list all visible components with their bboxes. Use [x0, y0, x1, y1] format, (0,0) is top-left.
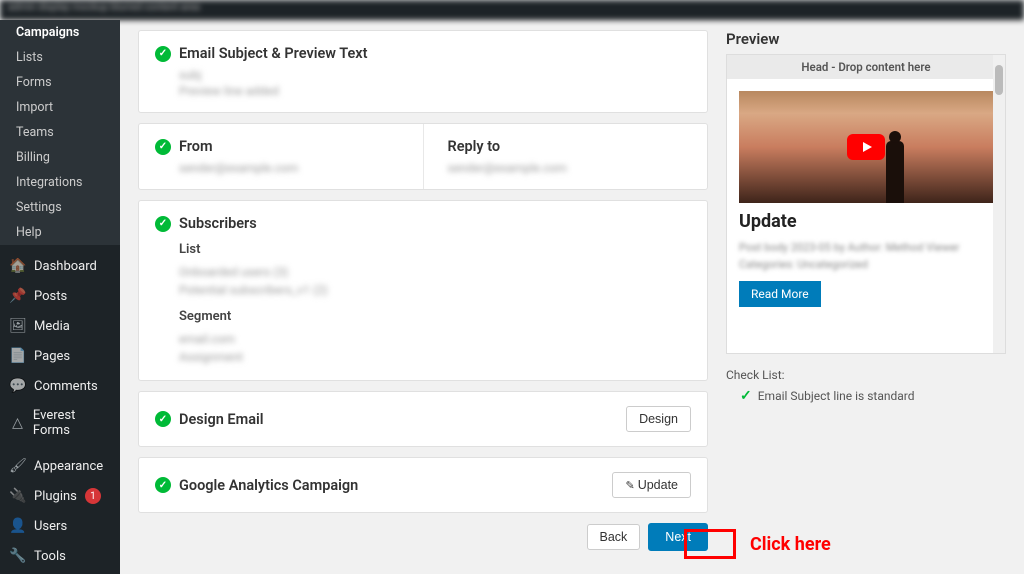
reply-title: Reply to [448, 138, 501, 155]
sidebar-item-posts-icon: 📌 [10, 288, 26, 304]
design-title: Design Email [179, 411, 264, 428]
card-email-subject: ✓ Email Subject & Preview Text subj Previ… [138, 30, 708, 113]
sidebar-label: Pages [34, 349, 70, 364]
sidebar-item-dashboard-icon: 🏠 [10, 258, 26, 274]
preview-video-thumbnail[interactable] [739, 91, 993, 203]
sidebar-item-media-icon: 🖼 [10, 318, 26, 334]
sidebar-label: Tools [34, 549, 66, 564]
sidebar-item-campaigns[interactable]: Campaigns [0, 20, 120, 45]
check-list: Check List: ✓ Email Subject line is stan… [726, 368, 1006, 404]
sidebar-item-settings[interactable]: Settings [0, 195, 120, 220]
preview-text-value: Preview line added [179, 84, 691, 98]
card-subscribers: ✓ Subscribers List Onboarded users (3) Po… [138, 200, 708, 381]
sidebar-item-billing[interactable]: Billing [0, 145, 120, 170]
pencil-icon: ✎ [625, 480, 634, 492]
segment-items: email.com Assignment [179, 330, 691, 366]
sidebar-label: Everest Forms [33, 408, 110, 438]
card-title: Email Subject & Preview Text [179, 45, 368, 62]
sidebar-item-comments[interactable]: 💬 Comments [0, 371, 120, 401]
sidebar-item-media[interactable]: 🖼 Media [0, 311, 120, 341]
check-icon: ✓ [155, 411, 171, 427]
read-more-button[interactable]: Read More [739, 281, 821, 307]
action-row: Back Next [138, 523, 708, 551]
check-list-label: Check List: [726, 368, 785, 382]
admin-sidebar: CampaignsListsFormsImportTeamsBillingInt… [0, 20, 120, 574]
reply-value: sender@example.com [448, 161, 692, 175]
sidebar-item-users-icon: 👤 [10, 518, 26, 534]
from-value: sender@example.com [179, 161, 407, 175]
design-button[interactable]: Design [626, 406, 691, 432]
sidebar-label: Posts [34, 289, 67, 304]
next-button[interactable]: Next [648, 523, 708, 551]
check-icon: ✓ [740, 388, 752, 404]
list-items: Onboarded users (3) Potential subscriber… [179, 263, 691, 299]
silhouette-graphic [886, 141, 904, 203]
card-from-reply: ✓ From sender@example.com Reply to sender… [138, 123, 708, 190]
subject-value: subj [179, 68, 691, 82]
sidebar-item-tools[interactable]: 🔧 Tools [0, 541, 120, 571]
preview-box: Head - Drop content here Update Post bod… [726, 54, 1006, 354]
sidebar-item-plugins-icon: 🔌 [10, 488, 26, 504]
list-label: List [179, 242, 691, 257]
sidebar-label: Plugins [34, 489, 77, 504]
back-button[interactable]: Back [587, 524, 641, 550]
preview-title: Preview [726, 30, 1006, 48]
sidebar-item-posts[interactable]: 📌 Posts [0, 281, 120, 311]
preview-heading: Update [739, 211, 993, 232]
sidebar-item-appearance[interactable]: 🖌 Appearance [0, 451, 120, 481]
sidebar-item-tools-icon: 🔧 [10, 548, 26, 564]
sidebar-item-teams[interactable]: Teams [0, 120, 120, 145]
sidebar-item-lists[interactable]: Lists [0, 45, 120, 70]
sidebar-mainmenu: 🏠 Dashboard 📌 Posts 🖼 Media 📄 Pages 💬 Comments △ Ev… [0, 251, 120, 574]
sidebar-item-integrations[interactable]: Integrations [0, 170, 120, 195]
subscribers-title: Subscribers [179, 215, 257, 232]
check-icon: ✓ [155, 46, 171, 62]
sidebar-item-users[interactable]: 👤 Users [0, 511, 120, 541]
sidebar-label: Appearance [34, 459, 103, 474]
sidebar-item-pages[interactable]: 📄 Pages [0, 341, 120, 371]
sidebar-item-plugins[interactable]: 🔌 Plugins 1 [0, 481, 120, 511]
from-title: From [179, 138, 213, 155]
sidebar-item-comments-icon: 💬 [10, 378, 26, 394]
sidebar-item-everest-icon: △ [10, 415, 25, 431]
play-icon [847, 134, 885, 160]
ga-title: Google Analytics Campaign [179, 477, 358, 494]
check-list-item-text: Email Subject line is standard [758, 389, 915, 403]
card-google-analytics: ✓ Google Analytics Campaign ✎Update [138, 457, 708, 513]
sidebar-item-dashboard[interactable]: 🏠 Dashboard [0, 251, 120, 281]
segment-label: Segment [179, 309, 691, 324]
check-icon: ✓ [155, 139, 171, 155]
update-badge: 1 [85, 488, 101, 504]
sidebar-item-everest[interactable]: △ Everest Forms [0, 401, 120, 445]
scrollbar[interactable] [993, 55, 1005, 353]
sidebar-item-forms[interactable]: Forms [0, 70, 120, 95]
check-icon: ✓ [155, 216, 171, 232]
sidebar-submenu: CampaignsListsFormsImportTeamsBillingInt… [0, 20, 120, 245]
check-icon: ✓ [155, 477, 171, 493]
card-design-email: ✓ Design Email Design [138, 391, 708, 447]
sidebar-label: Comments [34, 379, 98, 394]
sidebar-label: Users [34, 519, 67, 534]
preview-meta: Post body 2023-05 by Author: Method View… [739, 240, 993, 273]
sidebar-item-pages-icon: 📄 [10, 348, 26, 364]
preview-drop-head: Head - Drop content here [727, 55, 1005, 79]
sidebar-label: Dashboard [34, 259, 97, 274]
sidebar-label: Media [34, 319, 70, 334]
admin-topbar: admin display mockup blurred content are… [0, 0, 1024, 20]
annotation-label: Click here [750, 534, 831, 555]
sidebar-item-appearance-icon: 🖌 [10, 458, 26, 474]
sidebar-item-import[interactable]: Import [0, 95, 120, 120]
sidebar-item-help[interactable]: Help [0, 220, 120, 245]
ga-update-button[interactable]: ✎Update [612, 472, 691, 498]
